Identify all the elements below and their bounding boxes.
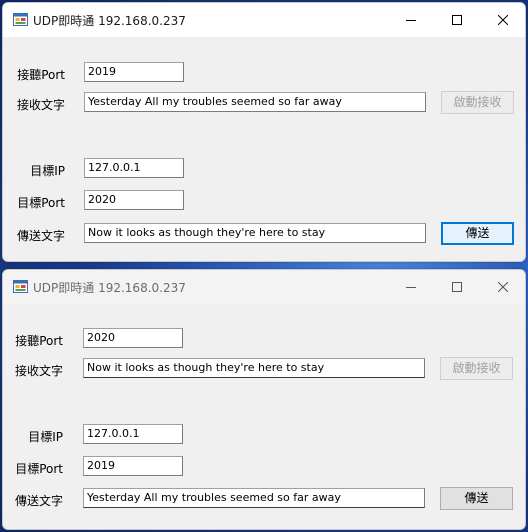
receive-text-label: 接收文字 <box>16 98 65 112</box>
receive-text-input[interactable]: Yesterday All my troubles seemed so far … <box>84 92 426 112</box>
start-receive-button[interactable]: 啟動接收 <box>440 357 513 380</box>
maximize-icon <box>452 15 462 25</box>
send-text-input[interactable]: Yesterday All my troubles seemed so far … <box>83 488 425 508</box>
maximize-icon <box>452 282 462 292</box>
target-port-input[interactable]: 2019 <box>83 456 183 476</box>
title-bar[interactable]: UDP即時通 192.168.0.237 <box>3 270 525 304</box>
target-ip-input[interactable]: 127.0.0.1 <box>84 158 184 178</box>
minimize-button[interactable] <box>388 270 434 304</box>
target-ip-input[interactable]: 127.0.0.1 <box>83 424 183 444</box>
minimize-icon <box>406 282 416 292</box>
udp-window-1: UDP即時通 192.168.0.237 接聽Port 2019 接收文字 Ye… <box>2 2 526 262</box>
target-port-input[interactable]: 2020 <box>84 190 184 210</box>
target-port-label: 目標Port <box>15 462 63 476</box>
target-port-label: 目標Port <box>17 196 65 210</box>
maximize-button[interactable] <box>434 3 480 37</box>
window-title: UDP即時通 192.168.0.237 <box>33 14 186 28</box>
listen-port-label: 接聽Port <box>15 334 63 348</box>
listen-port-input[interactable]: 2019 <box>84 62 184 82</box>
minimize-button[interactable] <box>388 3 434 37</box>
maximize-button[interactable] <box>434 270 480 304</box>
close-icon <box>498 15 508 25</box>
udp-window-2: UDP即時通 192.168.0.237 接聽Port 2020 接收文字 No… <box>2 269 526 530</box>
send-button[interactable]: 傳送 <box>440 487 513 510</box>
app-window-icon <box>13 13 28 26</box>
minimize-icon <box>406 15 416 25</box>
send-button[interactable]: 傳送 <box>441 222 514 245</box>
listen-port-input[interactable]: 2020 <box>83 328 183 348</box>
receive-text-input[interactable]: Now it looks as though they're here to s… <box>83 358 425 378</box>
close-icon <box>498 282 508 292</box>
send-text-input[interactable]: Now it looks as though they're here to s… <box>84 223 426 243</box>
start-receive-button[interactable]: 啟動接收 <box>441 91 514 114</box>
receive-text-label: 接收文字 <box>14 364 63 378</box>
target-ip-label: 目標IP <box>28 430 63 444</box>
send-text-label: 傳送文字 <box>16 229 65 243</box>
title-bar[interactable]: UDP即時通 192.168.0.237 <box>3 3 525 37</box>
close-button[interactable] <box>480 270 525 304</box>
window-title: UDP即時通 192.168.0.237 <box>33 281 186 295</box>
close-button[interactable] <box>480 3 525 37</box>
listen-port-label: 接聽Port <box>17 68 65 82</box>
target-ip-label: 目標IP <box>30 164 65 178</box>
send-text-label: 傳送文字 <box>14 494 63 508</box>
app-window-icon <box>13 280 28 293</box>
